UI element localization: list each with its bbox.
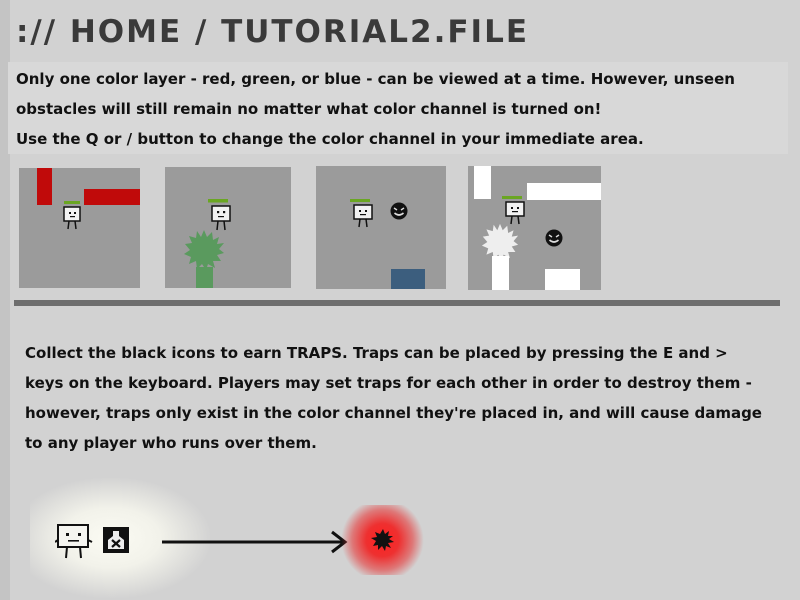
robot-player-icon	[350, 199, 373, 228]
white-post	[492, 256, 509, 290]
intro-line-3: Use the Q or / button to change the colo…	[16, 130, 644, 148]
traps-line-2: keys on the keyboard. Players may set tr…	[25, 374, 752, 392]
intro-line-1: Only one color layer - red, green, or bl…	[16, 70, 735, 88]
robot-player-icon	[55, 524, 93, 559]
red-wall-horizontal	[84, 189, 140, 205]
robot-player-icon	[63, 201, 81, 230]
arrow-icon	[162, 530, 348, 554]
green-block	[196, 267, 213, 288]
section-divider	[14, 300, 780, 306]
trap-mine-icon	[371, 529, 394, 551]
intro-line-2: obstacles will still remain no matter wh…	[16, 100, 602, 118]
red-channel-example	[19, 168, 140, 288]
traps-line-3: however, traps only exist in the color c…	[25, 404, 762, 422]
white-wall-vertical	[474, 166, 491, 199]
white-wall-horizontal	[527, 183, 601, 200]
enemy-smiley-icon	[390, 202, 408, 220]
enemy-smiley-icon	[545, 229, 563, 247]
white-block	[545, 269, 580, 290]
traps-line-1: Collect the black icons to earn TRAPS. T…	[25, 344, 728, 362]
blue-block	[391, 269, 425, 289]
intro-text: Only one color layer - red, green, or bl…	[8, 62, 788, 154]
green-channel-example	[165, 167, 291, 288]
saw-blade-icon	[184, 230, 224, 270]
traps-line-4: to any player who runs over them.	[25, 434, 317, 452]
red-wall-vertical	[37, 168, 52, 205]
page-title: :// HOME / TUTORIAL2.FILE	[16, 14, 530, 50]
trap-item-icon	[103, 527, 129, 553]
blue-channel-example	[316, 166, 446, 289]
robot-player-icon	[502, 196, 525, 225]
robot-player-icon	[208, 199, 231, 231]
all-obstacles-example	[468, 166, 601, 290]
traps-text: Collect the black icons to earn TRAPS. T…	[25, 338, 785, 458]
